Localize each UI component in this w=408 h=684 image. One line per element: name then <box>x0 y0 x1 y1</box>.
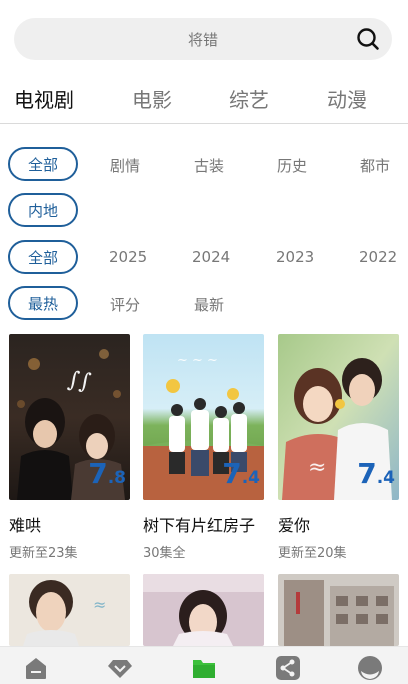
card-subtitle: 更新至20集 <box>278 546 347 561</box>
tab-variety[interactable]: 综艺 <box>229 84 269 113</box>
search-icon[interactable] <box>356 27 380 51</box>
card-title: 树下有片红房子 <box>143 516 256 535</box>
tab-anime[interactable]: 动漫 <box>327 84 367 113</box>
drama-card-poster[interactable] <box>278 574 399 646</box>
sort-option[interactable]: 最新 <box>194 294 224 315</box>
tab-movie[interactable]: 电影 <box>132 84 172 113</box>
score-integer: 7 <box>88 457 108 490</box>
svg-text:≈: ≈ <box>308 455 326 480</box>
profile-icon[interactable] <box>356 654 384 682</box>
score-decimal: .4 <box>376 468 395 488</box>
sort-filter-row: 最热 评分 最新 <box>0 286 408 320</box>
genre-chip-selected[interactable]: 全部 <box>8 147 78 181</box>
share-icon[interactable] <box>274 654 302 682</box>
svg-text:≈: ≈ <box>93 595 106 614</box>
poster-image: ∫∫ 7.8 <box>9 334 130 500</box>
rating-score: 7.4 <box>222 460 260 492</box>
svg-text:∫∫: ∫∫ <box>66 367 93 395</box>
category-tabs: 电视剧 电影 综艺 动漫 <box>0 84 408 114</box>
search-bar[interactable]: 将错 <box>14 18 392 60</box>
genre-filter-row: 全部 剧情 古装 历史 都市 <box>0 147 408 181</box>
folder-icon[interactable] <box>190 654 218 682</box>
drama-card-poster[interactable]: ≈ <box>9 574 130 646</box>
year-option[interactable]: 2023 <box>276 248 314 266</box>
card-subtitle: 30集全 <box>143 546 186 561</box>
genre-option[interactable]: 历史 <box>277 155 307 176</box>
poster-image: ≈ 7.4 <box>278 334 399 500</box>
genre-option[interactable]: 都市 <box>360 155 390 176</box>
home-icon[interactable] <box>22 654 50 682</box>
drama-card-poster[interactable] <box>143 574 264 646</box>
bottom-navigation <box>0 646 408 684</box>
tabs-divider <box>0 123 408 124</box>
year-option[interactable]: 2022 <box>359 248 397 266</box>
drama-card[interactable]: ~ ~ ~ 7.4 树下有片红房子 30集全 <box>143 334 264 561</box>
rating-score: 7.4 <box>357 460 395 492</box>
year-chip-selected[interactable]: 全部 <box>8 240 78 274</box>
region-filter-row: 内地 <box>0 193 408 227</box>
diamond-icon[interactable] <box>106 654 134 682</box>
rating-score: 7.8 <box>88 460 126 492</box>
region-chip-selected[interactable]: 内地 <box>8 193 78 227</box>
drama-card[interactable]: ≈ 7.4 爱你 更新至20集 <box>278 334 399 561</box>
sort-option[interactable]: 评分 <box>110 294 140 315</box>
sort-chip-selected[interactable]: 最热 <box>8 286 78 320</box>
year-filter-row: 全部 2025 2024 2023 2022 <box>0 240 408 274</box>
year-option[interactable]: 2024 <box>192 248 230 266</box>
score-decimal: .8 <box>107 468 126 488</box>
card-subtitle: 更新至23集 <box>9 546 78 561</box>
score-integer: 7 <box>222 457 242 490</box>
score-decimal: .4 <box>241 468 260 488</box>
year-option[interactable]: 2025 <box>109 248 147 266</box>
search-query: 将错 <box>187 30 218 49</box>
tab-tv[interactable]: 电视剧 <box>14 84 74 113</box>
score-integer: 7 <box>357 457 377 490</box>
genre-option[interactable]: 古装 <box>194 155 224 176</box>
genre-option[interactable]: 剧情 <box>110 155 140 176</box>
poster-image: ~ ~ ~ 7.4 <box>143 334 264 500</box>
card-title: 爱你 <box>278 516 311 535</box>
card-title: 难哄 <box>9 516 42 535</box>
svg-text:~ ~ ~: ~ ~ ~ <box>177 353 218 368</box>
drama-card[interactable]: ∫∫ 7.8 难哄 更新至23集 <box>9 334 130 561</box>
